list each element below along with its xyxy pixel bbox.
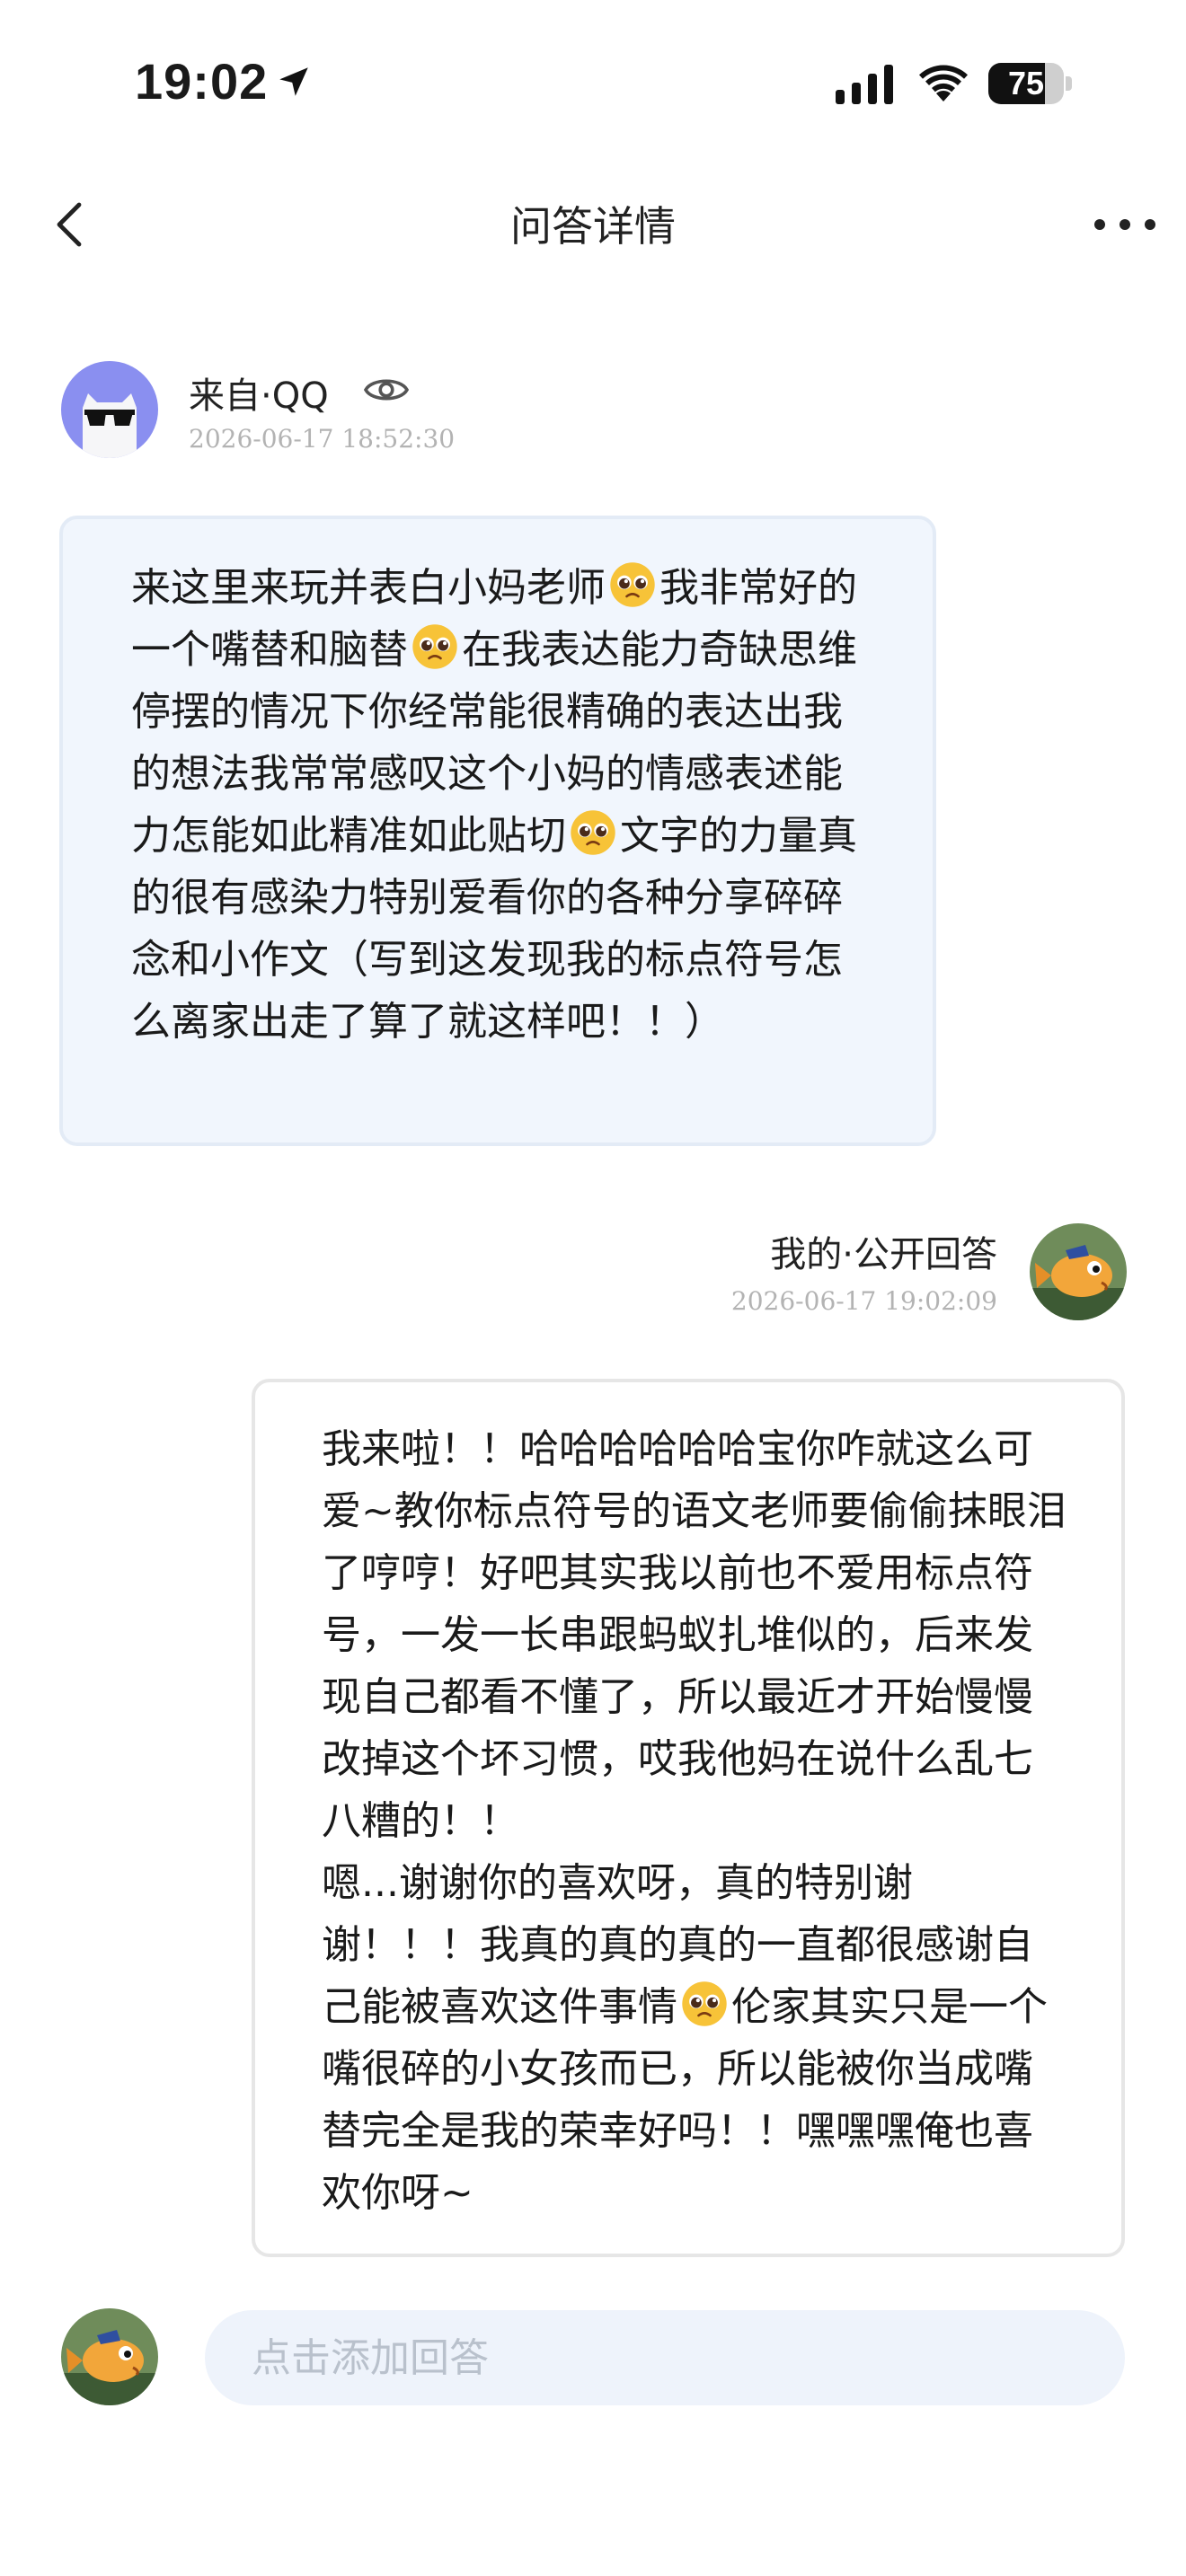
battery-level: 75 [1007, 65, 1045, 101]
pleading-face-emoji-icon [682, 1981, 727, 2026]
answerer-avatar[interactable] [1030, 1223, 1127, 1320]
reply-input[interactable] [205, 2310, 1125, 2405]
fish-avatar-icon [61, 2308, 158, 2405]
question-text: 来这里来玩并表白小妈老师 我非常好的一个嘴替和脑替 在我表达能力奇缺思维停摆的情况下… [131, 557, 877, 1053]
status-time: 19:02 [135, 53, 269, 110]
page-title: 问答详情 [510, 202, 676, 251]
answer-label: 我的·公开回答 [770, 1234, 997, 1275]
answer-timestamp: 2026-06-17 19:02:09 [730, 1286, 997, 1316]
asker-avatar[interactable] [61, 361, 158, 458]
anonymous-cat-avatar-icon [61, 361, 158, 458]
fish-avatar-icon [1030, 1223, 1127, 1320]
pleading-face-emoji-icon [610, 562, 655, 607]
question-bubble: 来这里来玩并表白小妈老师 我非常好的一个嘴替和脑替 在我表达能力奇缺思维停摆的情况下… [59, 516, 936, 1146]
cellular-signal-icon [836, 65, 893, 104]
eye-icon[interactable] [363, 372, 410, 408]
pleading-face-emoji-icon [571, 810, 615, 855]
more-horizontal-icon[interactable] [1091, 198, 1159, 251]
question-segment: 来这里来玩并表白小妈老师 [131, 565, 606, 611]
nav-bar: 问答详情 [0, 171, 1186, 278]
pleading-face-emoji-icon [412, 624, 457, 669]
question-timestamp: 2026-06-17 18:52:30 [189, 424, 456, 454]
answer-segment: 我来啦！！哈哈哈哈哈哈宝你咋就这么可爱~教你标点符号的语文老师要偷偷抹眼泪了哼哼… [322, 1426, 1067, 2030]
answer-bubble: 我来啦！！哈哈哈哈哈哈宝你咋就这么可爱~教你标点符号的语文老师要偷偷抹眼泪了哼哼… [252, 1379, 1125, 2257]
current-user-avatar[interactable] [61, 2308, 158, 2405]
answer-text: 我来啦！！哈哈哈哈哈哈宝你咋就这么可爱~教你标点符号的语文老师要偷偷抹眼泪了哼哼… [322, 1418, 1067, 2224]
status-bar: 19:02 75 [0, 0, 1186, 171]
question-source: 来自·QQ [189, 375, 329, 417]
battery-icon: 75 [988, 63, 1073, 104]
wifi-icon [919, 65, 968, 101]
location-arrow-icon [279, 67, 308, 96]
